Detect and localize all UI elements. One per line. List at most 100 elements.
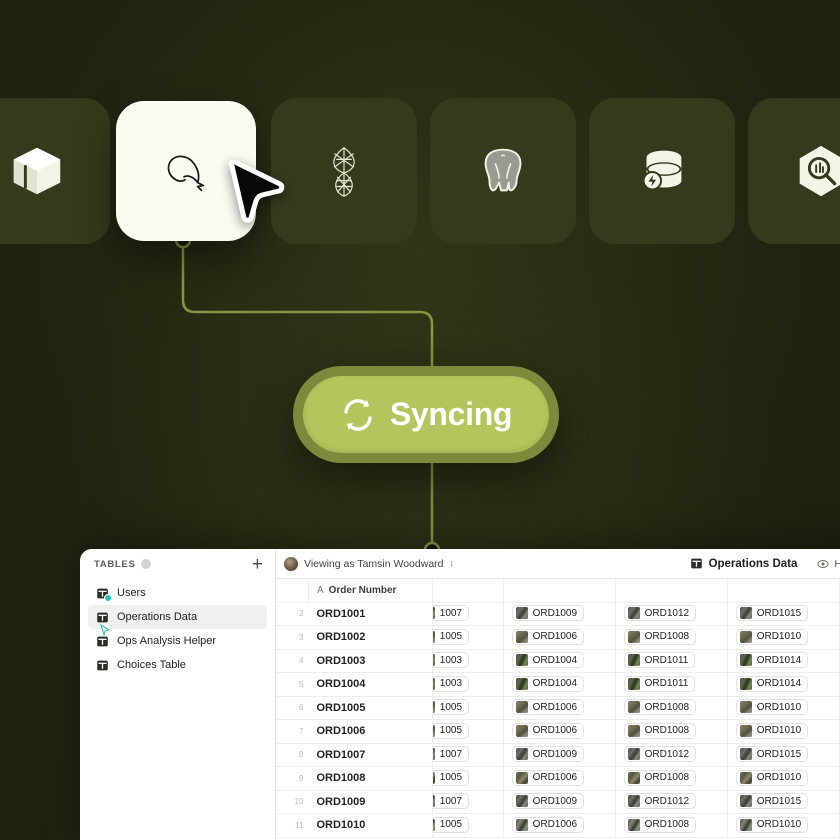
db-card-generic-db[interactable] bbox=[589, 98, 735, 244]
record-chip[interactable]: ORD1012 bbox=[623, 605, 697, 622]
record-chip[interactable]: ORD1012 bbox=[623, 746, 697, 763]
record-chip[interactable]: 1005 bbox=[432, 722, 470, 739]
cell-rel-3[interactable]: ORD1012 bbox=[615, 743, 728, 767]
record-chip[interactable]: ORD1009 bbox=[511, 605, 585, 622]
cell-rel-3[interactable]: ORD1011 bbox=[615, 672, 728, 697]
cell-rel-2[interactable]: ORD1006 bbox=[503, 813, 616, 838]
cell-order-number[interactable]: ORD1006 bbox=[308, 719, 433, 744]
record-chip[interactable]: ORD1008 bbox=[623, 816, 697, 833]
record-chip[interactable]: ORD1014 bbox=[735, 675, 809, 692]
cell-rel-4[interactable]: ORD1015 bbox=[727, 743, 840, 767]
sidebar-item-choices-table[interactable]: Choices Table bbox=[88, 653, 267, 677]
record-chip[interactable]: ORD1010 bbox=[735, 816, 809, 833]
cell-rel-2[interactable]: ORD1009 bbox=[503, 602, 616, 626]
cell-rel-4[interactable]: ORD1010 bbox=[727, 813, 840, 838]
record-chip[interactable]: 1007 bbox=[432, 605, 470, 622]
cell-rel-truncated[interactable]: 1007 bbox=[432, 743, 504, 767]
record-chip[interactable]: ORD1009 bbox=[511, 746, 585, 763]
record-chip[interactable]: ORD1010 bbox=[735, 722, 809, 739]
db-card-sqlserver[interactable] bbox=[271, 98, 417, 244]
table-row[interactable]: 2ORD10011007ORD1009ORD1012ORD101527 unit… bbox=[276, 602, 840, 626]
cell-rel-4[interactable]: ORD1010 bbox=[727, 625, 840, 650]
table-row[interactable]: 8ORD10071007ORD1009ORD1012ORD101527 unit… bbox=[276, 743, 840, 767]
cell-rel-3[interactable]: ORD1008 bbox=[615, 813, 728, 838]
cell-rel-4[interactable]: ORD1010 bbox=[727, 766, 840, 791]
record-chip[interactable]: ORD1011 bbox=[623, 675, 696, 692]
table-row[interactable]: 9ORD10081005ORD1006ORD1008ORD101032 unit… bbox=[276, 766, 840, 791]
cell-rel-2[interactable]: ORD1009 bbox=[503, 790, 616, 814]
record-chip[interactable]: ORD1004 bbox=[511, 652, 585, 669]
cell-rel-2[interactable]: ORD1004 bbox=[503, 672, 616, 697]
record-chip[interactable]: ORD1008 bbox=[623, 722, 697, 739]
info-icon[interactable] bbox=[140, 559, 151, 569]
record-chip[interactable]: 1005 bbox=[432, 769, 470, 786]
cell-rel-2[interactable]: ORD1009 bbox=[503, 743, 616, 767]
cell-rel-3[interactable]: ORD1012 bbox=[615, 790, 728, 814]
cell-rel-truncated[interactable]: 1007 bbox=[432, 602, 504, 626]
db-card-cube[interactable] bbox=[0, 98, 110, 244]
cell-rel-4[interactable]: ORD1014 bbox=[727, 649, 840, 673]
cell-rel-truncated[interactable]: 1005 bbox=[432, 625, 504, 650]
cell-rel-3[interactable]: ORD1008 bbox=[615, 766, 728, 791]
header-order-number[interactable]: A Order Number bbox=[308, 579, 433, 603]
record-chip[interactable]: ORD1006 bbox=[511, 699, 585, 716]
cell-order-number[interactable]: ORD1005 bbox=[308, 696, 433, 720]
cell-rel-2[interactable]: ORD1004 bbox=[503, 649, 616, 673]
cell-rel-4[interactable]: ORD1010 bbox=[727, 719, 840, 744]
record-chip[interactable]: ORD1006 bbox=[511, 769, 585, 786]
sync-status-button[interactable]: Syncing bbox=[293, 366, 559, 463]
cell-rel-3[interactable]: ORD1008 bbox=[615, 625, 728, 650]
record-chip[interactable]: ORD1015 bbox=[735, 746, 809, 763]
cell-rel-4[interactable]: ORD1014 bbox=[727, 672, 840, 697]
record-chip[interactable]: ORD1015 bbox=[735, 793, 809, 810]
record-chip[interactable]: 1007 bbox=[432, 793, 470, 810]
cell-order-number[interactable]: ORD1004 bbox=[308, 672, 433, 697]
table-row[interactable]: 10ORD10091007ORD1009ORD1012ORD101527 uni… bbox=[276, 790, 840, 814]
cell-rel-3[interactable]: ORD1011 bbox=[615, 649, 728, 673]
cell-rel-4[interactable]: ORD1015 bbox=[727, 790, 840, 814]
table-row[interactable]: 6ORD10051005ORD1006ORD1008ORD101032 unit… bbox=[276, 696, 840, 720]
cell-rel-4[interactable]: ORD1015 bbox=[727, 602, 840, 626]
chevron-updown-icon[interactable]: ↕ bbox=[450, 559, 455, 568]
cell-rel-3[interactable]: ORD1012 bbox=[615, 602, 728, 626]
cell-rel-4[interactable]: ORD1010 bbox=[727, 696, 840, 720]
cell-rel-2[interactable]: ORD1006 bbox=[503, 766, 616, 791]
record-chip[interactable]: ORD1010 bbox=[735, 628, 809, 645]
cell-rel-truncated[interactable]: 1003 bbox=[432, 672, 504, 697]
record-chip[interactable]: ORD1006 bbox=[511, 628, 585, 645]
sidebar-item-ops-analysis-helper[interactable]: Ops Analysis Helper bbox=[88, 629, 267, 653]
cell-rel-3[interactable]: ORD1008 bbox=[615, 696, 728, 720]
record-chip[interactable]: ORD1008 bbox=[623, 699, 697, 716]
record-chip[interactable]: ORD1015 bbox=[735, 605, 809, 622]
record-chip[interactable]: ORD1011 bbox=[623, 652, 696, 669]
sidebar-item-users[interactable]: Users bbox=[88, 581, 267, 605]
record-chip[interactable]: ORD1009 bbox=[511, 793, 585, 810]
cell-order-number[interactable]: ORD1007 bbox=[308, 743, 433, 767]
cell-order-number[interactable]: ORD1009 bbox=[308, 790, 433, 814]
record-chip[interactable]: ORD1014 bbox=[735, 652, 809, 669]
cell-order-number[interactable]: ORD1010 bbox=[308, 813, 433, 838]
cell-rel-truncated[interactable]: 1007 bbox=[432, 790, 504, 814]
db-card-postgresql[interactable] bbox=[430, 98, 576, 244]
table-row[interactable]: 11ORD10101005ORD1006ORD1008ORD101032 uni… bbox=[276, 813, 840, 838]
hide-columns-button[interactable]: Hide co bbox=[817, 558, 840, 570]
cell-rel-2[interactable]: ORD1006 bbox=[503, 696, 616, 720]
record-chip[interactable]: ORD1010 bbox=[735, 699, 809, 716]
record-chip[interactable]: ORD1008 bbox=[623, 769, 697, 786]
record-chip[interactable]: 1007 bbox=[432, 746, 470, 763]
cell-order-number[interactable]: ORD1001 bbox=[308, 602, 433, 626]
data-grid[interactable]: A Order Number 2 ORD1001 1007 ORD1009 OR… bbox=[276, 579, 840, 840]
cell-order-number[interactable]: ORD1002 bbox=[308, 625, 433, 650]
record-chip[interactable]: ORD1006 bbox=[511, 816, 585, 833]
cell-rel-2[interactable]: ORD1006 bbox=[503, 625, 616, 650]
record-chip[interactable]: ORD1010 bbox=[735, 769, 809, 786]
db-card-hex-search[interactable] bbox=[748, 98, 840, 244]
cell-rel-truncated[interactable]: 1005 bbox=[432, 719, 504, 744]
add-table-button[interactable]: + bbox=[252, 555, 263, 574]
record-chip[interactable]: ORD1006 bbox=[511, 722, 585, 739]
cell-rel-truncated[interactable]: 1005 bbox=[432, 766, 504, 791]
record-chip[interactable]: 1003 bbox=[432, 675, 470, 692]
cell-order-number[interactable]: ORD1003 bbox=[308, 649, 433, 673]
cell-rel-3[interactable]: ORD1008 bbox=[615, 719, 728, 744]
record-chip[interactable]: 1005 bbox=[432, 628, 470, 645]
